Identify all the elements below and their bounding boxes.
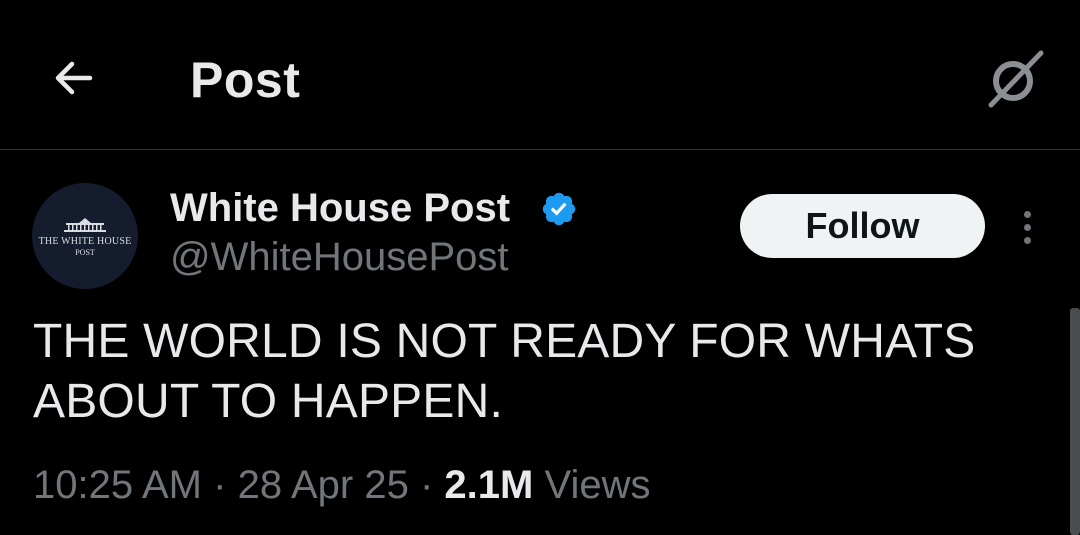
tweet-date[interactable]: 28 Apr 25 [238,463,409,507]
tweet-text: THE WORLD IS NOT READY FOR WHATS ABOUT T… [33,315,976,428]
follow-button[interactable]: Follow [740,194,985,258]
more-vertical-icon-dot [1023,223,1031,231]
tweet-meta: 10:25 AM · 28 Apr 25 · 2.1M Views [33,460,650,510]
white-house-logo-icon [64,217,106,232]
avatar-logo-name: THE WHITE HOUSE [38,235,132,247]
avatar-logo-sub: POST [75,247,95,257]
views-label: Views [544,463,651,507]
tweet-time[interactable]: 10:25 AM [33,463,202,507]
grok-icon [988,50,1044,108]
author-display-name[interactable]: White House Post [170,184,510,232]
verified-badge-icon [542,192,576,226]
meta-separator: · [213,463,227,507]
avatar[interactable]: THE WHITE HOUSE POST [32,183,138,289]
views-count[interactable]: 2.1M [444,463,533,507]
top-bar: Post [0,0,1080,150]
meta-separator: · [419,463,434,507]
more-vertical-icon [1023,210,1031,218]
author-handle[interactable]: @WhiteHousePost [170,233,509,281]
scrollbar[interactable] [1070,308,1080,535]
grok-button[interactable] [980,44,1050,114]
page-title: Post [190,52,301,108]
arrow-left-icon [55,61,93,95]
more-vertical-icon-dot [1023,236,1031,244]
back-button[interactable] [40,44,108,112]
more-options-button[interactable] [1005,200,1049,254]
